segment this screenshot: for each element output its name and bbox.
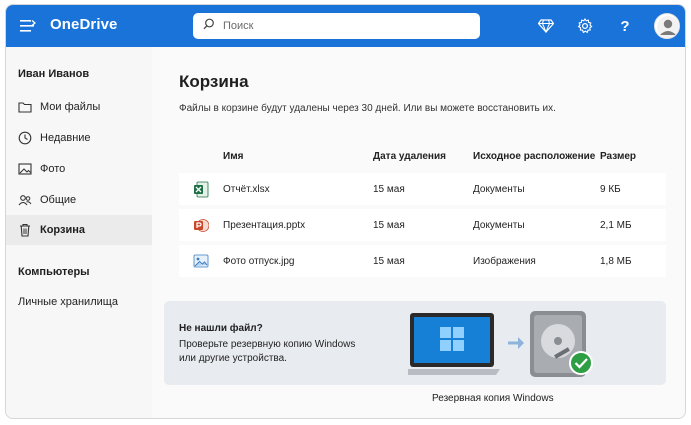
- file-size: 2,1 МБ: [600, 219, 632, 231]
- gear-icon[interactable]: [576, 17, 594, 35]
- file-deleted-date: 15 мая: [373, 183, 405, 195]
- column-header-size[interactable]: Размер: [600, 151, 666, 162]
- page-title: Корзина: [179, 72, 249, 91]
- backup-illustration: [404, 309, 608, 383]
- search-icon: [203, 17, 215, 35]
- arrow-right-icon: [508, 337, 524, 349]
- backup-promo-card: Не нашли файл? Проверьте резервную копию…: [164, 301, 666, 385]
- personal-vault-link[interactable]: Личные хранилища: [18, 296, 118, 308]
- checkmark-icon: [569, 351, 593, 375]
- table-row[interactable]: Презентация.pptx 15 мая Документы 2,1 МБ: [179, 209, 666, 241]
- page-subtitle: Файлы в корзине будут удалены через 30 д…: [179, 103, 556, 114]
- search-input[interactable]: [223, 20, 463, 32]
- diamond-icon[interactable]: [537, 17, 555, 35]
- user-name: Иван Иванов: [18, 68, 90, 80]
- sidebar-item-my-files[interactable]: Мои файлы: [6, 92, 152, 122]
- sidebar-item-label: Мои файлы: [40, 101, 101, 113]
- file-deleted-date: 15 мая: [373, 255, 405, 267]
- sidebar-item-label: Общие: [40, 194, 77, 206]
- promo-title: Не нашли файл?: [179, 323, 263, 334]
- sidebar-item-label: Фото: [40, 163, 66, 175]
- sidebar-item-recent[interactable]: Недавние: [6, 123, 152, 153]
- app-title: OneDrive: [50, 16, 118, 33]
- image-icon: [179, 253, 223, 269]
- people-icon: [18, 193, 32, 207]
- file-name: Презентация.pptx: [223, 219, 306, 231]
- laptop-icon: [404, 313, 500, 375]
- avatar[interactable]: [654, 13, 680, 39]
- sidebar-item-photos[interactable]: Фото: [6, 154, 152, 184]
- sidebar-item-label: Корзина: [40, 224, 85, 236]
- file-name: Фото отпуск.jpg: [223, 255, 295, 267]
- table-row[interactable]: Отчёт.xlsx 15 мая Документы 9 КБ: [179, 173, 666, 205]
- photo-icon: [18, 162, 32, 176]
- folder-icon: [18, 100, 32, 114]
- sidebar-item-shared[interactable]: Общие: [6, 185, 152, 215]
- app-window: OneDrive ?: [5, 4, 686, 419]
- trash-icon: [18, 223, 32, 237]
- file-location: Документы: [473, 183, 525, 195]
- user-icon: [657, 16, 679, 38]
- top-bar: OneDrive ?: [6, 5, 685, 47]
- main-content: Корзина Файлы в корзине будут удалены че…: [152, 47, 685, 418]
- sidebar: Иван Иванов Мои файлы Недавние Фото Общи…: [6, 47, 152, 418]
- column-header-name[interactable]: Имя: [223, 151, 373, 162]
- file-location: Документы: [473, 219, 525, 231]
- column-header-location[interactable]: Исходное расположение: [473, 151, 600, 162]
- column-header-deleted[interactable]: Дата удаления: [373, 151, 473, 162]
- table-row[interactable]: Фото отпуск.jpg 15 мая Изображения 1,8 М…: [179, 245, 666, 277]
- windows-backup-link[interactable]: Резервная копия Windows: [432, 393, 554, 404]
- file-deleted-date: 15 мая: [373, 219, 405, 231]
- excel-icon: [179, 181, 223, 198]
- menu-icon[interactable]: [20, 19, 37, 33]
- sidebar-item-recycle-bin[interactable]: Корзина: [6, 215, 152, 245]
- table-header: Имя Дата удаления Исходное расположение …: [179, 139, 666, 173]
- file-size: 9 КБ: [600, 183, 621, 195]
- search-box[interactable]: [193, 13, 480, 39]
- powerpoint-icon: [179, 217, 223, 234]
- promo-text-line-2: или другие устройства.: [179, 353, 287, 364]
- file-size: 1,8 МБ: [600, 255, 632, 267]
- file-location: Изображения: [473, 255, 536, 267]
- computers-section-title: Компьютеры: [18, 266, 90, 278]
- promo-text-line-1: Проверьте резервную копию Windows: [179, 339, 356, 350]
- recycle-bin-table: Имя Дата удаления Исходное расположение …: [179, 139, 666, 281]
- help-button[interactable]: ?: [616, 17, 634, 35]
- sidebar-item-label: Недавние: [40, 132, 91, 144]
- file-name: Отчёт.xlsx: [223, 183, 270, 195]
- clock-icon: [18, 131, 32, 145]
